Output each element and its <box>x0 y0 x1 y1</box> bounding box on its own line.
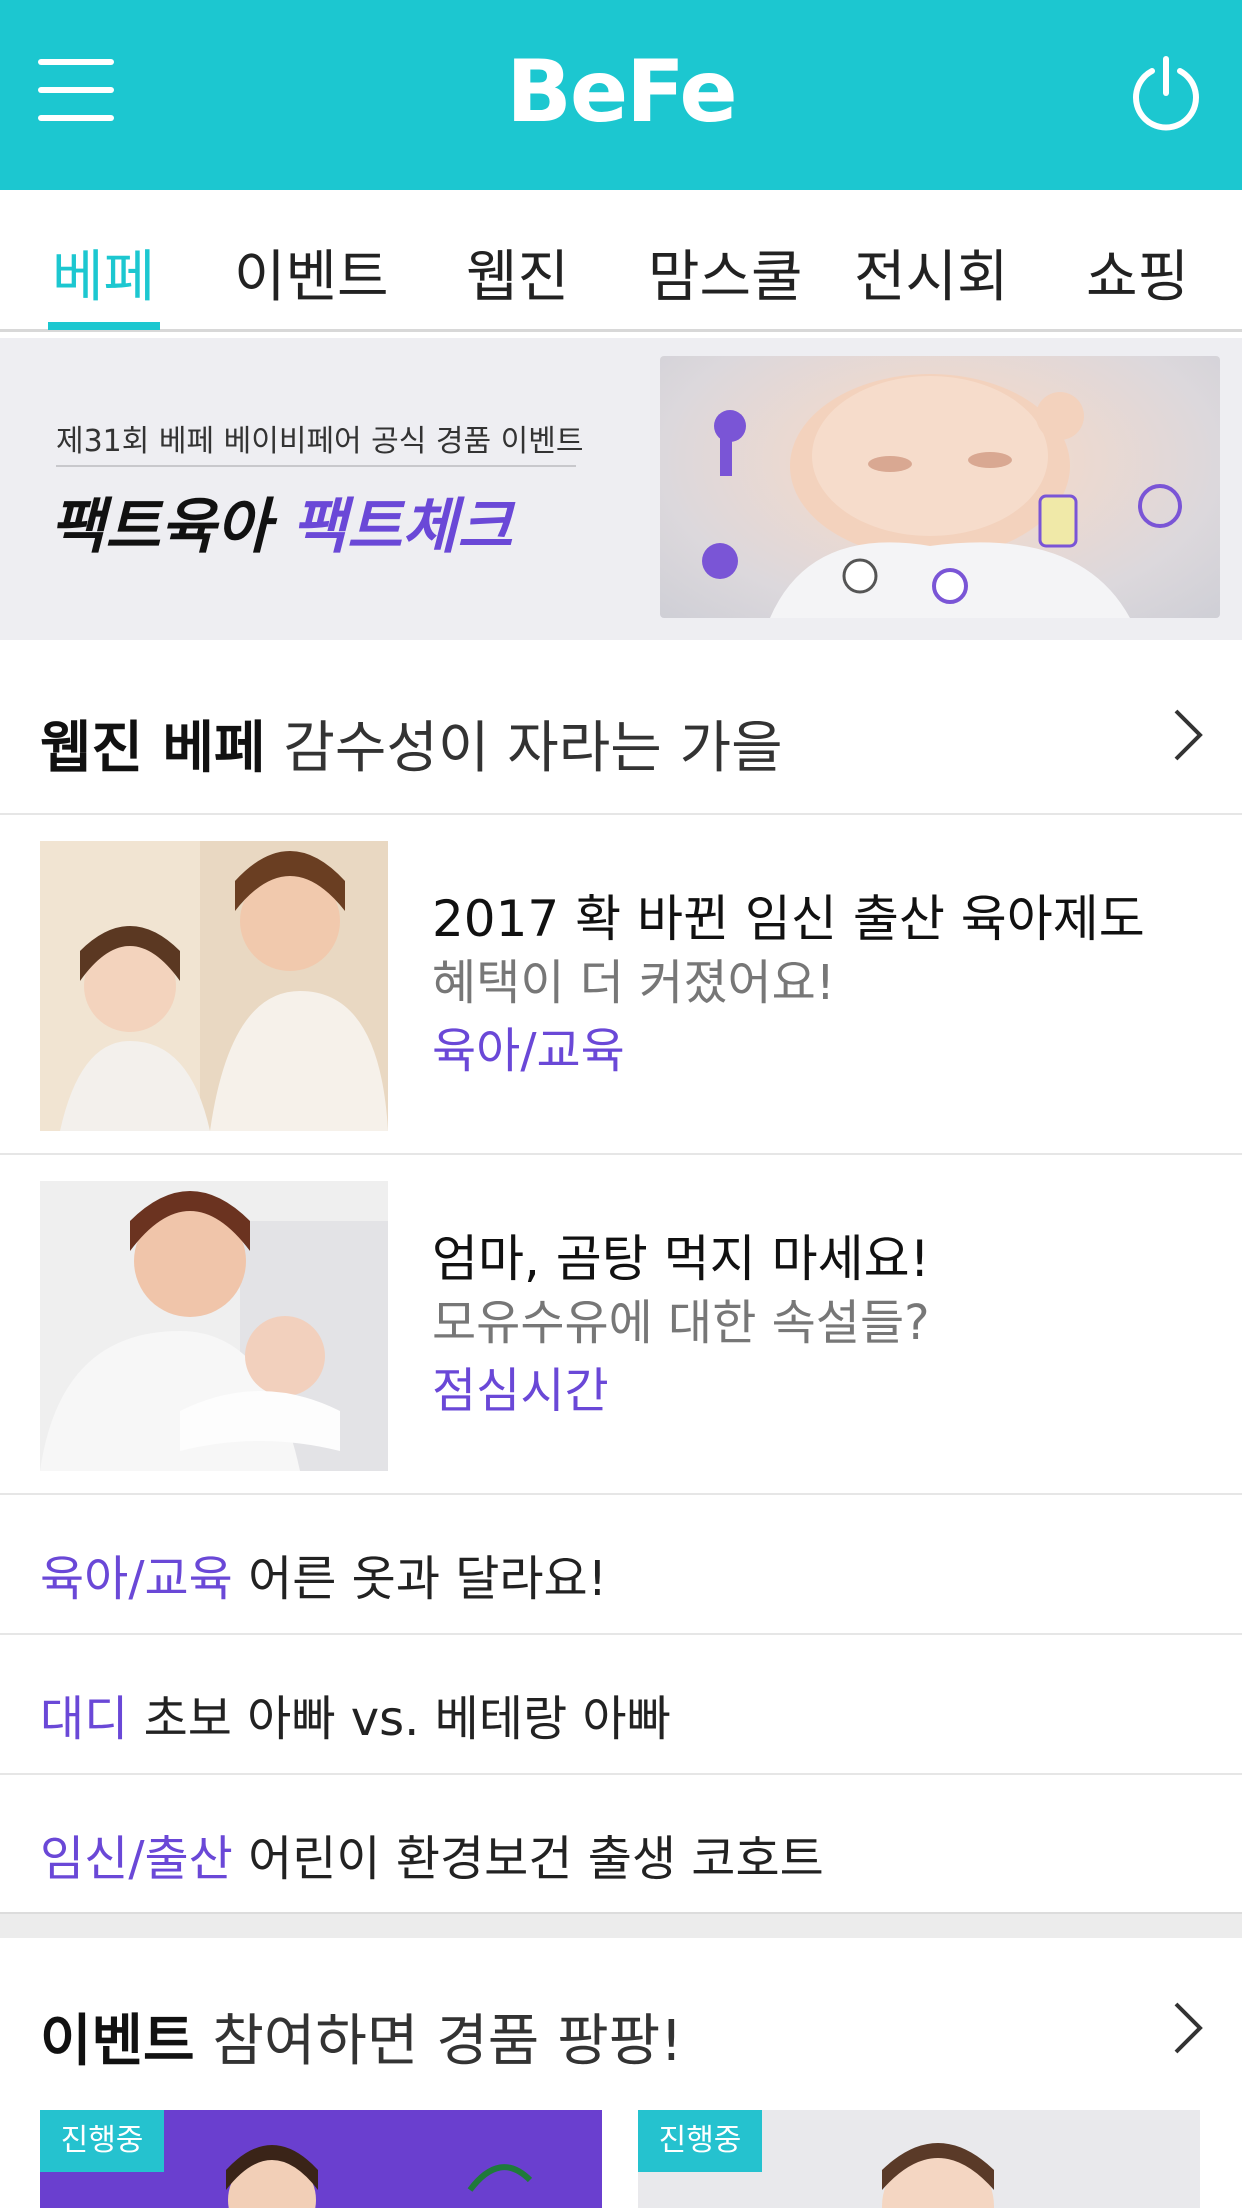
list-item-line: 임신/출산 어린이 환경보건 출생 코호트 <box>40 1819 824 1889</box>
app-logo[interactable]: BeFe <box>0 42 1242 142</box>
tab-webzine[interactable]: 웹진 <box>466 232 569 313</box>
event-title-bold: 이벤트 <box>40 2009 195 2074</box>
article-headline: 엄마, 곰탕 먹지 마세요! <box>432 1230 930 1288</box>
chevron-right-icon[interactable] <box>1168 1998 1208 2058</box>
event-card[interactable]: 진행중 <box>40 2110 602 2208</box>
list-item-line: 대디 초보 아빠 vs. 베테랑 아빠 <box>40 1679 671 1749</box>
event-title-rest: 참여하면 경품 팡팡! <box>212 2009 683 2074</box>
tab-shopping[interactable]: 쇼핑 <box>1086 232 1189 313</box>
tab-momschool[interactable]: 맘스쿨 <box>648 232 803 313</box>
article-thumbnail <box>40 1181 388 1471</box>
event-status-badge: 진행중 <box>638 2110 762 2172</box>
article-card[interactable]: 엄마, 곰탕 먹지 마세요! 모유수유에 대한 속설들? 점심시간 <box>0 1155 1242 1495</box>
event-status-badge: 진행중 <box>40 2110 164 2172</box>
tab-exhibition[interactable]: 전시회 <box>854 232 1009 313</box>
section-divider <box>0 1912 1242 1938</box>
list-item-text: 초보 아빠 vs. 베테랑 아빠 <box>143 1691 671 1747</box>
power-icon[interactable] <box>1126 55 1206 135</box>
list-item-text: 어른 옷과 달라요! <box>248 1551 607 1607</box>
banner-title-part1: 팩트육아 <box>50 492 271 562</box>
main-tabs: 베페 이벤트 웹진 맘스쿨 전시회 쇼핑 <box>0 190 1242 332</box>
banner-title: 팩트육아 팩트체크 <box>50 478 513 565</box>
active-tab-indicator <box>48 322 160 330</box>
list-item-category: 육아/교육 <box>40 1551 233 1607</box>
article-card[interactable]: 2017 확 바뀐 임신 출산 육아제도 혜택이 더 커졌어요! 육아/교육 <box>0 815 1242 1155</box>
article-category: 육아/교육 <box>432 1023 625 1079</box>
article-thumbnail <box>40 841 388 1131</box>
list-item-text: 어린이 환경보건 출생 코호트 <box>248 1831 824 1887</box>
article-subtitle: 모유수유에 대한 속설들? <box>432 1295 930 1351</box>
tab-befe[interactable]: 베페 <box>52 232 155 313</box>
list-item-line: 육아/교육 어른 옷과 달라요! <box>40 1539 607 1609</box>
event-card[interactable]: 진행중 <box>638 2110 1200 2208</box>
list-item-category: 대디 <box>40 1691 129 1747</box>
chevron-right-icon[interactable] <box>1168 705 1208 765</box>
event-section-title: 이벤트 참여하면 경품 팡팡! <box>40 1996 683 2077</box>
event-section-header[interactable]: 이벤트 참여하면 경품 팡팡! <box>0 1938 1242 2108</box>
webzine-title-bold: 웹진 베페 <box>40 716 266 781</box>
promo-banner[interactable]: 제31회 베페 베이비페어 공식 경품 이벤트 팩트육아 팩트체크 <box>0 338 1242 640</box>
banner-title-part2: 팩트체크 <box>291 492 513 562</box>
banner-baby-image <box>660 356 1220 618</box>
article-category: 점심시간 <box>432 1363 609 1419</box>
list-item[interactable]: 육아/교육 어른 옷과 달라요! <box>0 1495 1242 1635</box>
webzine-section-title: 웹진 베페 감수성이 자라는 가을 <box>40 703 783 784</box>
article-headline: 2017 확 바뀐 임신 출산 육아제도 <box>432 890 1145 948</box>
webzine-section-header[interactable]: 웹진 베페 감수성이 자라는 가을 <box>0 645 1242 815</box>
banner-subtitle: 제31회 베페 베이비페어 공식 경품 이벤트 <box>56 424 584 459</box>
list-item[interactable]: 대디 초보 아빠 vs. 베테랑 아빠 <box>0 1635 1242 1775</box>
tab-event[interactable]: 이벤트 <box>234 232 389 313</box>
banner-divider <box>56 465 576 467</box>
webzine-title-rest: 감수성이 자라는 가을 <box>283 716 783 781</box>
app-header: BeFe <box>0 0 1242 190</box>
list-item-category: 임신/출산 <box>40 1831 233 1887</box>
article-subtitle: 혜택이 더 커졌어요! <box>432 955 836 1011</box>
list-item[interactable]: 임신/출산 어린이 환경보건 출생 코호트 <box>0 1775 1242 1915</box>
